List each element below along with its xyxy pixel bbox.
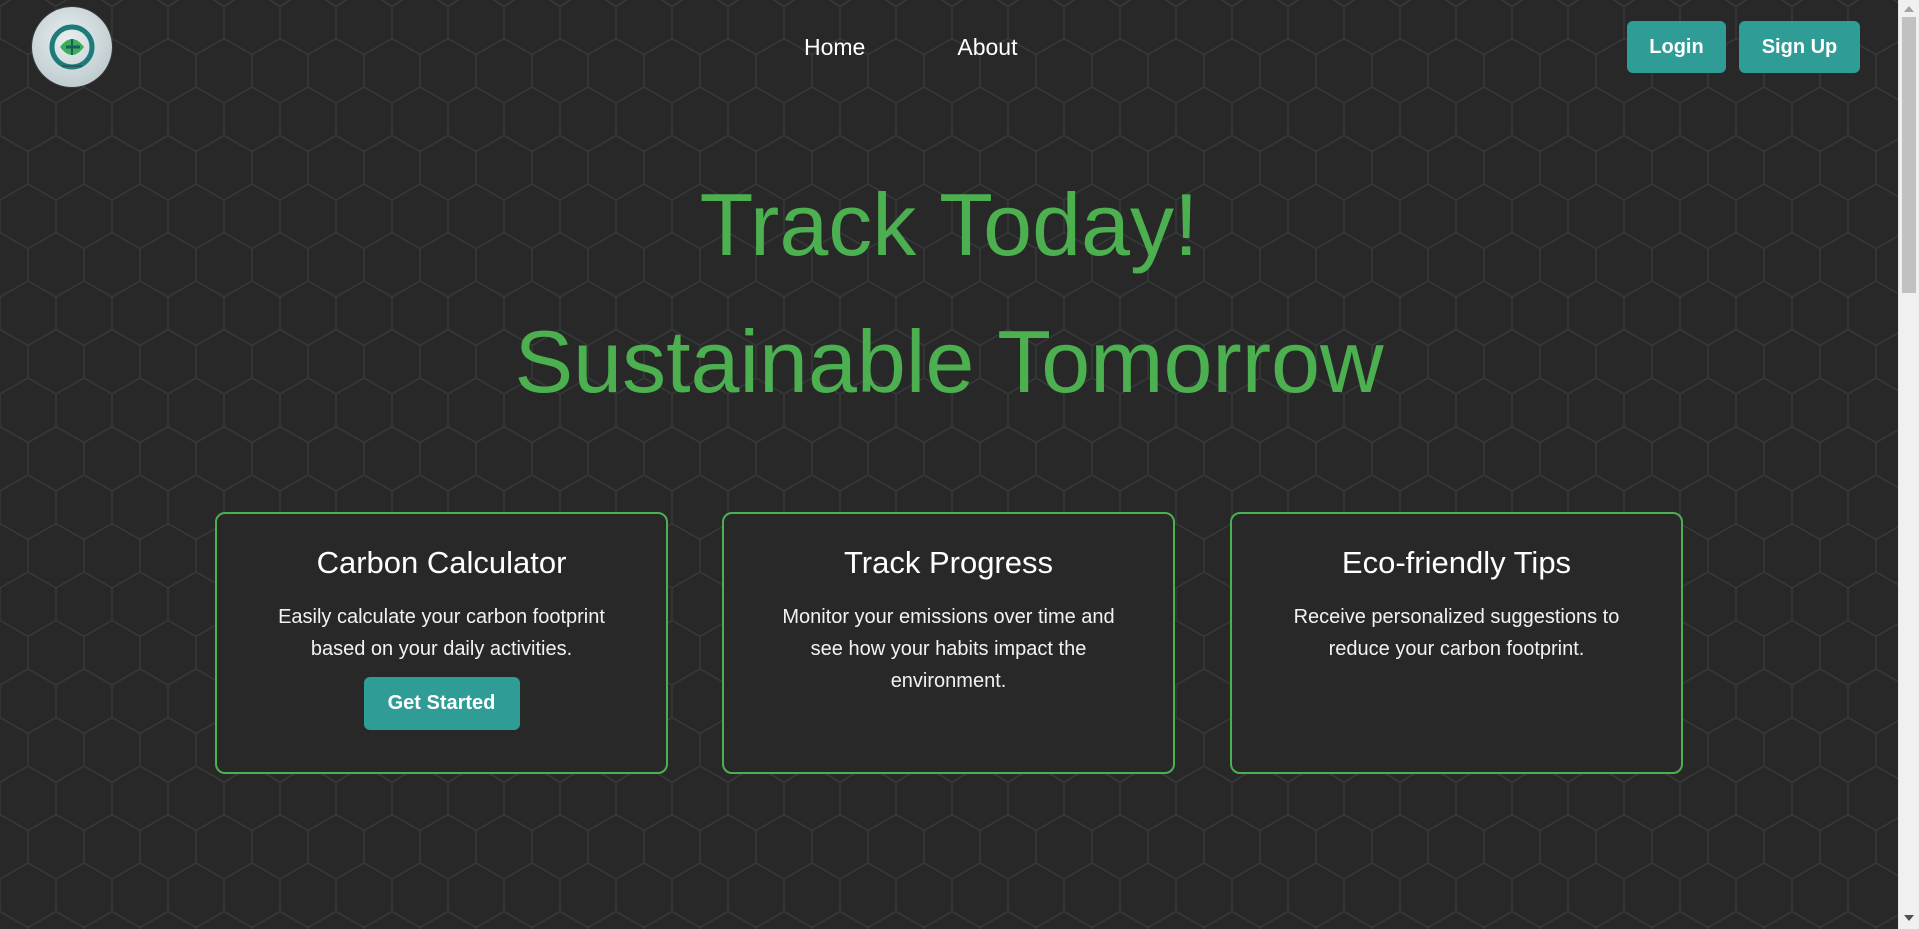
scroll-up-arrow-icon[interactable] (1904, 6, 1914, 12)
card-description: Monitor your emissions over time and see… (782, 606, 1115, 692)
vertical-scrollbar[interactable] (1898, 0, 1919, 929)
feature-card-carbon-calculator: Carbon Calculator Easily calculate your … (215, 512, 668, 774)
main-nav: Home About (804, 28, 1017, 66)
nav-about-link[interactable]: About (957, 28, 1017, 66)
card-description: Receive personalized suggestions to redu… (1293, 606, 1620, 660)
get-started-button[interactable]: Get Started (363, 677, 520, 730)
card-description: Easily calculate your carbon footprint b… (278, 606, 605, 660)
scroll-down-arrow-icon[interactable] (1904, 915, 1914, 921)
feature-card-track-progress: Track Progress Monitor your emissions ov… (722, 512, 1175, 774)
card-title: Eco-friendly Tips (1341, 545, 1572, 580)
landing-page: Home About Login Sign Up Track Today! Su… (0, 0, 1898, 929)
hero-heading-line-1: Track Today! (699, 175, 1199, 274)
feature-card-eco-friendly-tips: Eco-friendly Tips Receive personalized s… (1230, 512, 1683, 774)
logo[interactable] (32, 7, 112, 87)
nav-home-link[interactable]: Home (804, 28, 865, 66)
hero-heading-line-2: Sustainable Tomorrow (514, 312, 1384, 411)
card-title: Carbon Calculator (316, 545, 567, 580)
auth-buttons: Login Sign Up (1627, 21, 1860, 73)
scroll-thumb[interactable] (1902, 17, 1916, 293)
card-title: Track Progress (843, 545, 1053, 580)
login-button[interactable]: Login (1627, 21, 1726, 73)
signup-button[interactable]: Sign Up (1739, 21, 1860, 73)
leaf-logo-icon (49, 24, 95, 70)
